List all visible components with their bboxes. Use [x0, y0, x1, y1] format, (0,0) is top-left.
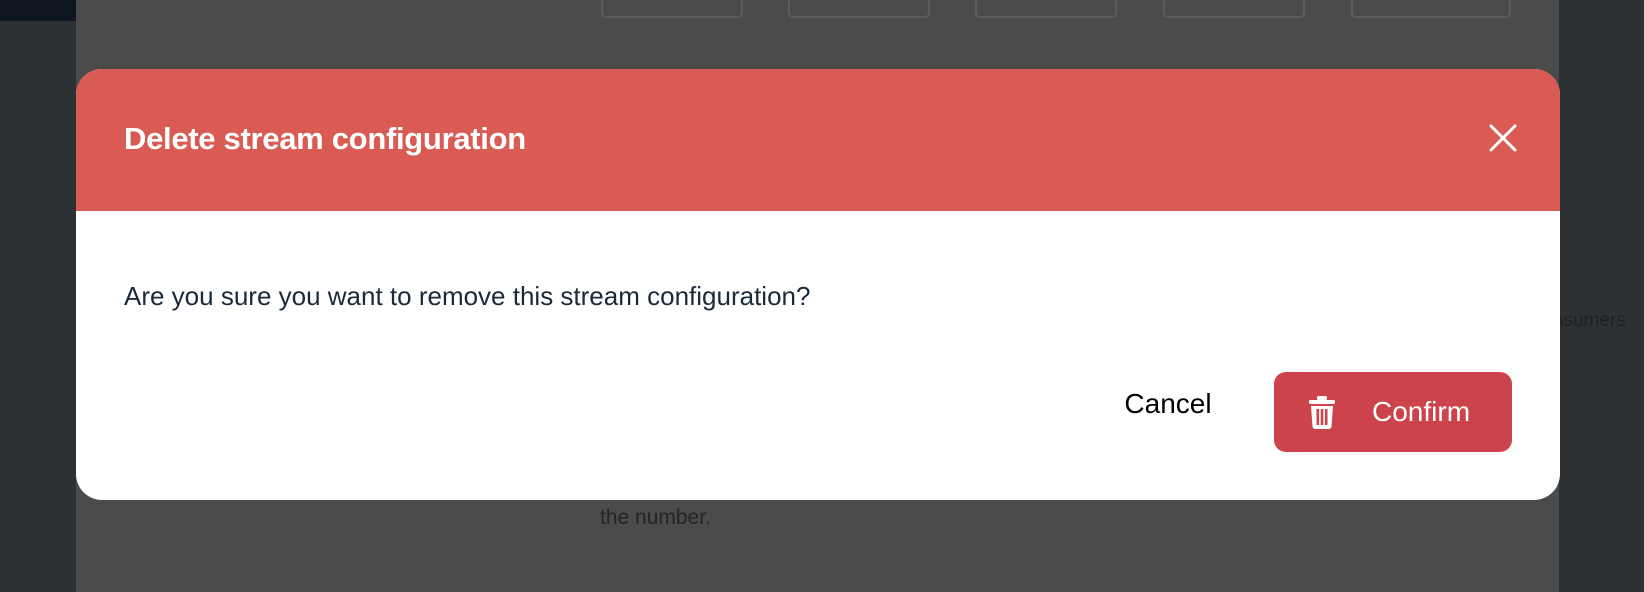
confirm-button[interactable]: Confirm: [1274, 372, 1512, 452]
background-text: nsumers: [1553, 310, 1626, 331]
close-button[interactable]: [1486, 121, 1520, 155]
confirm-button-label: Confirm: [1372, 396, 1471, 427]
close-icon: [1489, 124, 1517, 152]
background-text: the number.: [600, 506, 711, 529]
background-filter-box: [1351, 0, 1511, 18]
background-filter-box: [975, 0, 1117, 18]
delete-confirmation-dialog: Delete stream configuration Are you sure…: [76, 69, 1560, 500]
trash-icon: [1309, 396, 1335, 429]
background-filter-box: [601, 0, 743, 18]
dialog-message: Are you sure you want to remove this str…: [124, 281, 811, 311]
dialog-title: Delete stream configuration: [124, 121, 526, 156]
cancel-button[interactable]: Cancel: [1116, 372, 1220, 436]
dialog-header: Delete stream configuration: [76, 69, 1560, 211]
app-viewport: nsumers the number. Delete stream config…: [0, 0, 1644, 592]
background-filter-box: [788, 0, 930, 18]
background-filter-box: [1163, 0, 1305, 18]
top-navbar-fragment: [0, 0, 76, 21]
